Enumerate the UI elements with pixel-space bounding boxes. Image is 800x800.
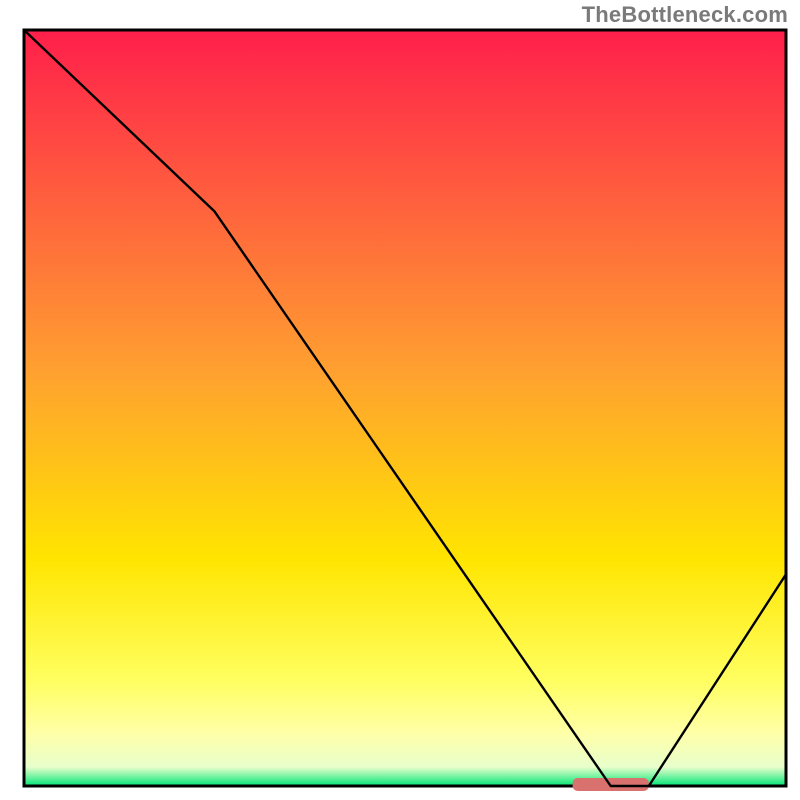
watermark-text: TheBottleneck.com [582, 2, 788, 28]
chart-container: { "watermark": "TheBottleneck.com", "cha… [0, 0, 800, 800]
bottleneck-chart [0, 0, 800, 800]
plot-background [24, 30, 786, 786]
